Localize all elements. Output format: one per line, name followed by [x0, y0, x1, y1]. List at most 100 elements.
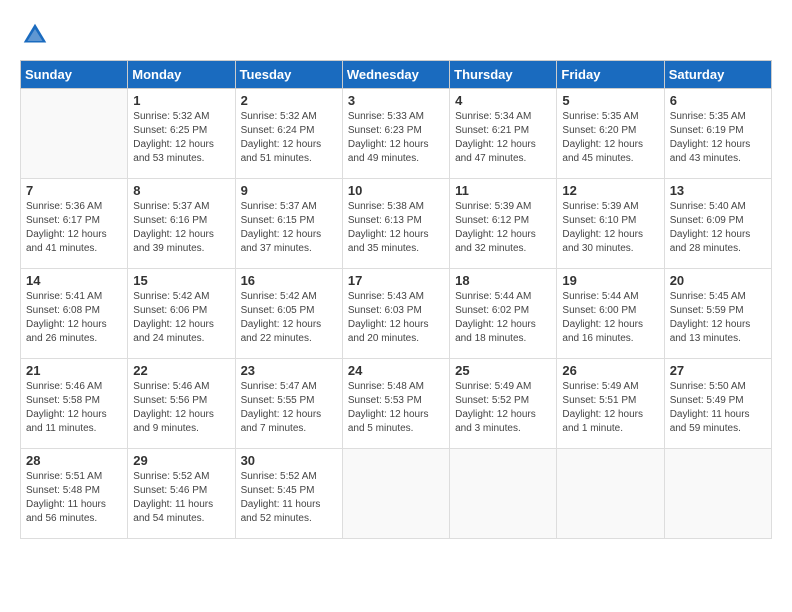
calendar-cell: 6Sunrise: 5:35 AM Sunset: 6:19 PM Daylig…	[664, 89, 771, 179]
day-info: Sunrise: 5:37 AM Sunset: 6:15 PM Dayligh…	[241, 200, 337, 256]
calendar-cell: 26Sunrise: 5:49 AM Sunset: 5:51 PM Dayli…	[557, 359, 664, 449]
calendar-cell	[664, 449, 771, 539]
day-number: 30	[241, 453, 337, 468]
day-number: 14	[26, 273, 122, 288]
day-info: Sunrise: 5:44 AM Sunset: 6:02 PM Dayligh…	[455, 290, 551, 346]
day-number: 2	[241, 93, 337, 108]
calendar-cell: 4 Sunrise: 5:34 AM Sunset: 6:21 PM Daylig…	[450, 89, 557, 179]
calendar-week-row: 7 Sunrise: 5:36 AM Sunset: 6:17 PM Daylig…	[21, 179, 772, 269]
day-number: 26	[562, 363, 658, 378]
calendar-week-row: 21 Sunrise: 5:46 AM Sunset: 5:58 PM Dayli…	[21, 359, 772, 449]
calendar-cell: 20Sunrise: 5:45 AM Sunset: 5:59 PM Dayli…	[664, 269, 771, 359]
day-info: Sunrise: 5:32 AM Sunset: 6:24 PM Dayligh…	[241, 110, 337, 166]
day-info: Sunrise: 5:46 AM Sunset: 5:56 PM Dayligh…	[133, 380, 229, 436]
day-info: Sunrise: 5:42 AM Sunset: 6:06 PM Dayligh…	[133, 290, 229, 346]
calendar-cell: 3 Sunrise: 5:33 AM Sunset: 6:23 PM Daylig…	[342, 89, 449, 179]
calendar-cell: 17 Sunrise: 5:43 AM Sunset: 6:03 PM Dayli…	[342, 269, 449, 359]
day-number: 29	[133, 453, 229, 468]
day-number: 13	[670, 183, 766, 198]
calendar-cell: 18 Sunrise: 5:44 AM Sunset: 6:02 PM Dayli…	[450, 269, 557, 359]
calendar-week-row: 28 Sunrise: 5:51 AM Sunset: 5:48 PM Dayli…	[21, 449, 772, 539]
calendar-cell	[21, 89, 128, 179]
day-number: 21	[26, 363, 122, 378]
calendar-cell: 16Sunrise: 5:42 AM Sunset: 6:05 PM Dayli…	[235, 269, 342, 359]
calendar-cell: 10 Sunrise: 5:38 AM Sunset: 6:13 PM Dayli…	[342, 179, 449, 269]
day-number: 6	[670, 93, 766, 108]
weekday-header: Tuesday	[235, 61, 342, 89]
day-number: 15	[133, 273, 229, 288]
calendar-cell: 13 Sunrise: 5:40 AM Sunset: 6:09 PM Dayli…	[664, 179, 771, 269]
day-info: Sunrise: 5:37 AM Sunset: 6:16 PM Dayligh…	[133, 200, 229, 256]
calendar-week-row: 14 Sunrise: 5:41 AM Sunset: 6:08 PM Dayli…	[21, 269, 772, 359]
weekday-header: Thursday	[450, 61, 557, 89]
day-number: 22	[133, 363, 229, 378]
day-info: Sunrise: 5:39 AM Sunset: 6:10 PM Dayligh…	[562, 200, 658, 256]
day-number: 11	[455, 183, 551, 198]
day-number: 17	[348, 273, 444, 288]
day-info: Sunrise: 5:46 AM Sunset: 5:58 PM Dayligh…	[26, 380, 122, 436]
day-number: 19	[562, 273, 658, 288]
day-number: 4	[455, 93, 551, 108]
calendar-cell: 29 Sunrise: 5:52 AM Sunset: 5:46 PM Dayli…	[128, 449, 235, 539]
day-info: Sunrise: 5:50 AM Sunset: 5:49 PM Dayligh…	[670, 380, 766, 436]
day-number: 23	[241, 363, 337, 378]
day-number: 5	[562, 93, 658, 108]
day-number: 7	[26, 183, 122, 198]
day-number: 25	[455, 363, 551, 378]
day-number: 3	[348, 93, 444, 108]
calendar-cell: 27 Sunrise: 5:50 AM Sunset: 5:49 PM Dayli…	[664, 359, 771, 449]
day-info: Sunrise: 5:49 AM Sunset: 5:52 PM Dayligh…	[455, 380, 551, 436]
calendar-cell	[342, 449, 449, 539]
calendar-cell: 19 Sunrise: 5:44 AM Sunset: 6:00 PM Dayli…	[557, 269, 664, 359]
calendar-cell: 8 Sunrise: 5:37 AM Sunset: 6:16 PM Daylig…	[128, 179, 235, 269]
calendar-cell: 2 Sunrise: 5:32 AM Sunset: 6:24 PM Daylig…	[235, 89, 342, 179]
day-number: 10	[348, 183, 444, 198]
day-number: 18	[455, 273, 551, 288]
day-number: 1	[133, 93, 229, 108]
calendar-cell: 30 Sunrise: 5:52 AM Sunset: 5:45 PM Dayli…	[235, 449, 342, 539]
day-number: 20	[670, 273, 766, 288]
day-info: Sunrise: 5:44 AM Sunset: 6:00 PM Dayligh…	[562, 290, 658, 346]
day-info: Sunrise: 5:35 AM Sunset: 6:20 PM Dayligh…	[562, 110, 658, 166]
weekday-header: Wednesday	[342, 61, 449, 89]
calendar-cell: 5 Sunrise: 5:35 AM Sunset: 6:20 PM Daylig…	[557, 89, 664, 179]
day-info: Sunrise: 5:36 AM Sunset: 6:17 PM Dayligh…	[26, 200, 122, 256]
day-info: Sunrise: 5:51 AM Sunset: 5:48 PM Dayligh…	[26, 470, 122, 526]
day-info: Sunrise: 5:40 AM Sunset: 6:09 PM Dayligh…	[670, 200, 766, 256]
day-info: Sunrise: 5:47 AM Sunset: 5:55 PM Dayligh…	[241, 380, 337, 436]
calendar-cell: 12 Sunrise: 5:39 AM Sunset: 6:10 PM Dayli…	[557, 179, 664, 269]
day-info: Sunrise: 5:33 AM Sunset: 6:23 PM Dayligh…	[348, 110, 444, 166]
calendar-cell: 28 Sunrise: 5:51 AM Sunset: 5:48 PM Dayli…	[21, 449, 128, 539]
calendar-cell: 25 Sunrise: 5:49 AM Sunset: 5:52 PM Dayli…	[450, 359, 557, 449]
day-info: Sunrise: 5:32 AM Sunset: 6:25 PM Dayligh…	[133, 110, 229, 166]
calendar-cell: 15 Sunrise: 5:42 AM Sunset: 6:06 PM Dayli…	[128, 269, 235, 359]
day-info: Sunrise: 5:52 AM Sunset: 5:46 PM Dayligh…	[133, 470, 229, 526]
day-number: 12	[562, 183, 658, 198]
calendar-cell: 9 Sunrise: 5:37 AM Sunset: 6:15 PM Daylig…	[235, 179, 342, 269]
weekday-header: Sunday	[21, 61, 128, 89]
calendar-cell: 1 Sunrise: 5:32 AM Sunset: 6:25 PM Daylig…	[128, 89, 235, 179]
weekday-header: Saturday	[664, 61, 771, 89]
day-info: Sunrise: 5:41 AM Sunset: 6:08 PM Dayligh…	[26, 290, 122, 346]
day-info: Sunrise: 5:34 AM Sunset: 6:21 PM Dayligh…	[455, 110, 551, 166]
calendar-cell	[450, 449, 557, 539]
calendar-cell: 21 Sunrise: 5:46 AM Sunset: 5:58 PM Dayli…	[21, 359, 128, 449]
day-info: Sunrise: 5:48 AM Sunset: 5:53 PM Dayligh…	[348, 380, 444, 436]
weekday-header: Friday	[557, 61, 664, 89]
day-info: Sunrise: 5:39 AM Sunset: 6:12 PM Dayligh…	[455, 200, 551, 256]
day-info: Sunrise: 5:43 AM Sunset: 6:03 PM Dayligh…	[348, 290, 444, 346]
calendar-cell: 11 Sunrise: 5:39 AM Sunset: 6:12 PM Dayli…	[450, 179, 557, 269]
day-number: 24	[348, 363, 444, 378]
day-info: Sunrise: 5:52 AM Sunset: 5:45 PM Dayligh…	[241, 470, 337, 526]
calendar-cell: 24 Sunrise: 5:48 AM Sunset: 5:53 PM Dayli…	[342, 359, 449, 449]
day-number: 27	[670, 363, 766, 378]
weekday-header-row: SundayMondayTuesdayWednesdayThursdayFrid…	[21, 61, 772, 89]
calendar-cell: 7 Sunrise: 5:36 AM Sunset: 6:17 PM Daylig…	[21, 179, 128, 269]
page-header	[20, 20, 772, 50]
day-info: Sunrise: 5:38 AM Sunset: 6:13 PM Dayligh…	[348, 200, 444, 256]
logo-icon	[20, 20, 50, 50]
day-number: 8	[133, 183, 229, 198]
day-number: 28	[26, 453, 122, 468]
calendar-table: SundayMondayTuesdayWednesdayThursdayFrid…	[20, 60, 772, 539]
day-number: 9	[241, 183, 337, 198]
